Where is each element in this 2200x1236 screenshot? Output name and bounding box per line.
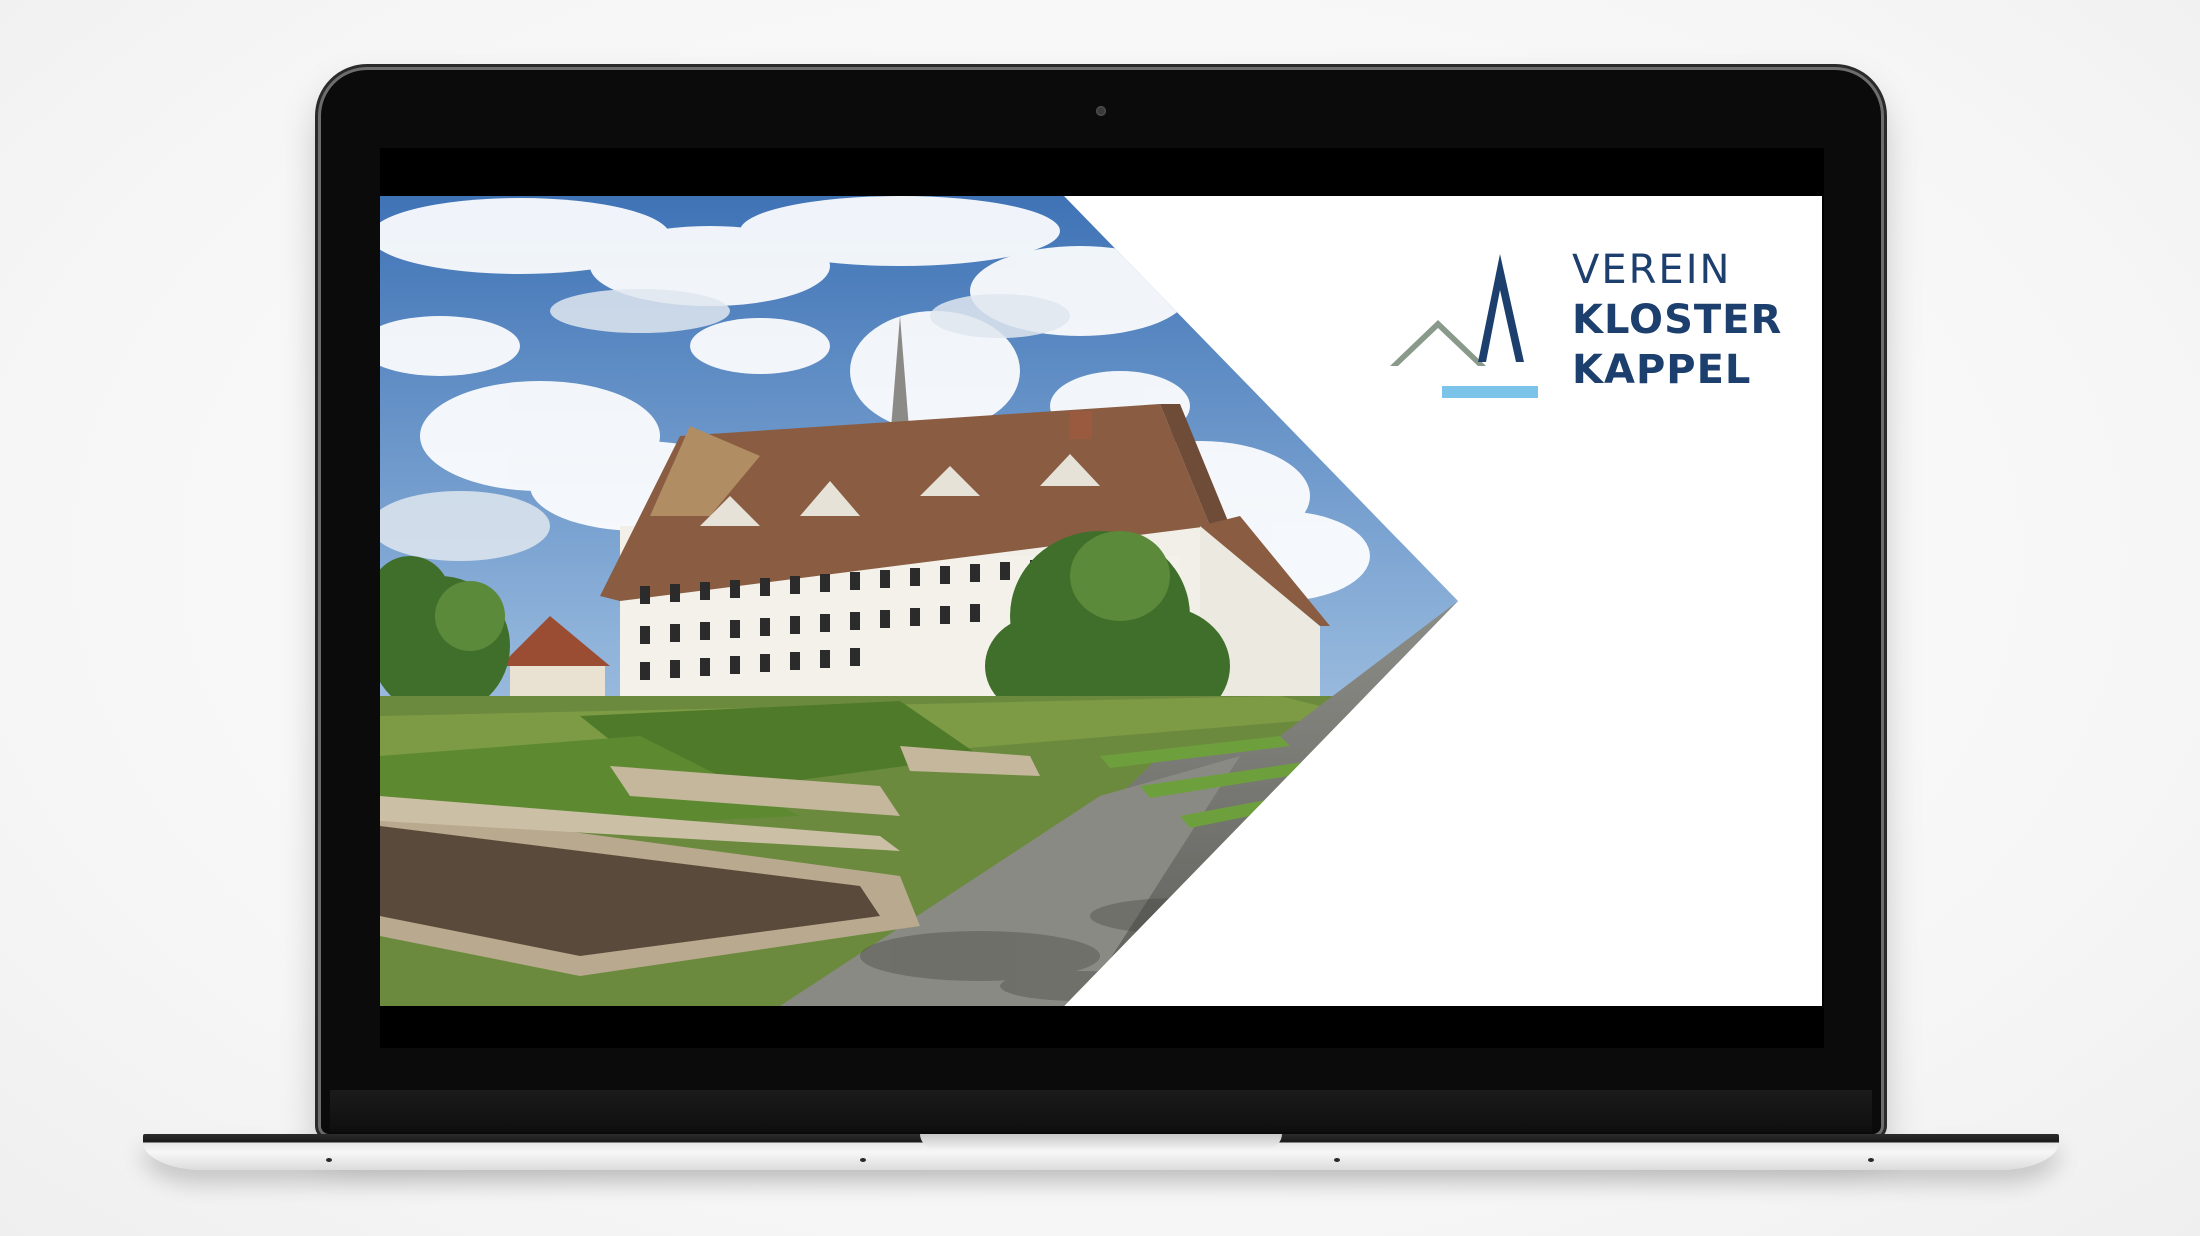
laptop-chin (330, 1090, 1872, 1132)
laptop-foot (326, 1158, 332, 1162)
laptop-foot (860, 1158, 866, 1162)
laptop-screen: VEREIN KLOSTER KAPPEL (380, 196, 1822, 1006)
laptop-foot (1334, 1158, 1340, 1162)
logo-text-kloster: KLOSTER (1572, 297, 1783, 343)
laptop-opening-notch (920, 1134, 1282, 1148)
logo-text-kappel: KAPPEL (1572, 347, 1752, 393)
webcam-icon (1096, 106, 1106, 116)
mockup-stage: VEREIN KLOSTER KAPPEL (0, 0, 2200, 1236)
logo-wordmark: VEREIN KLOSTER KAPPEL (1572, 250, 1782, 400)
laptop-foot (1868, 1158, 1874, 1162)
logo-mark-icon (1390, 254, 1538, 398)
verein-kloster-kappel-logo[interactable]: VEREIN KLOSTER KAPPEL (1390, 224, 1810, 414)
logo-text-verein: VEREIN (1572, 247, 1732, 293)
